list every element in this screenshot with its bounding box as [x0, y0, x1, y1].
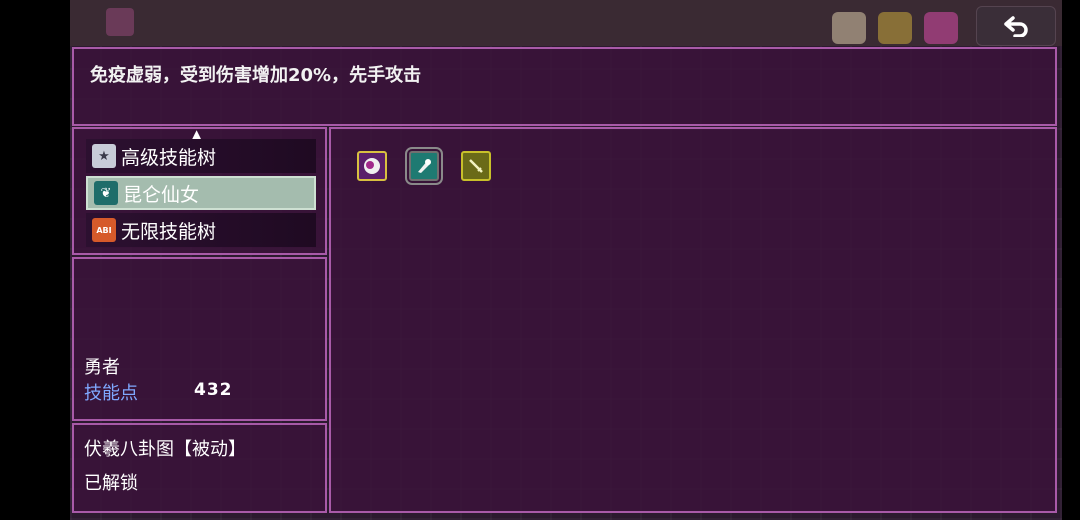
- background-item-icon: [924, 12, 958, 44]
- skill-tree-list-panel: ▲ ★ 高级技能树 ❦ 昆仑仙女 ABI 无限技能树: [72, 127, 327, 255]
- back-button[interactable]: [976, 6, 1056, 46]
- hero-info-panel: 勇者 技能点 432: [72, 257, 327, 421]
- description-panel: 免疫虚弱，受到伤害增加20%，先手攻击: [72, 47, 1057, 126]
- hero-class: 勇者: [84, 357, 120, 378]
- background-top-bar: [70, 0, 1062, 46]
- tree-label: 高级技能树: [121, 146, 217, 169]
- scroll-icon[interactable]: [405, 147, 443, 185]
- star-icon: ★: [92, 144, 116, 168]
- tree-label: 昆仑仙女: [123, 183, 200, 206]
- back-arrow-icon: [1004, 16, 1028, 37]
- plant-icon: ❦: [94, 181, 118, 205]
- background-item-icon: [878, 12, 912, 44]
- skill-tree-infinite[interactable]: ABI 无限技能树: [86, 213, 316, 247]
- skill-tree-advanced[interactable]: ★ 高级技能树: [86, 139, 316, 173]
- skill-description: 免疫虚弱，受到伤害增加20%，先手攻击: [90, 65, 422, 86]
- background-badge-icon: [106, 8, 134, 36]
- selected-skill-status: 已解锁: [84, 473, 138, 494]
- orb-icon[interactable]: [357, 151, 387, 181]
- game-screen: 免疫虚弱，受到伤害增加20%，先手攻击 ▲ ★ 高级技能树 ❦ 昆仑仙女 ABI…: [70, 0, 1062, 520]
- selected-skill-panel: 伏羲八卦图【被动】 已解锁: [72, 423, 327, 513]
- skill-points-label: 技能点: [84, 383, 138, 404]
- abi-icon: ABI: [92, 218, 116, 242]
- skill-tree-list: ★ 高级技能树 ❦ 昆仑仙女 ABI 无限技能树: [86, 139, 316, 250]
- tree-label: 无限技能树: [121, 220, 217, 243]
- skill-points-value: 432: [194, 380, 233, 400]
- skill-grid-panel: [329, 127, 1057, 513]
- skill-tree-kunlun-fairy[interactable]: ❦ 昆仑仙女: [86, 176, 316, 210]
- selected-skill-name: 伏羲八卦图【被动】: [84, 439, 246, 460]
- sword-icon[interactable]: [461, 151, 491, 181]
- background-item-icon: [832, 12, 866, 44]
